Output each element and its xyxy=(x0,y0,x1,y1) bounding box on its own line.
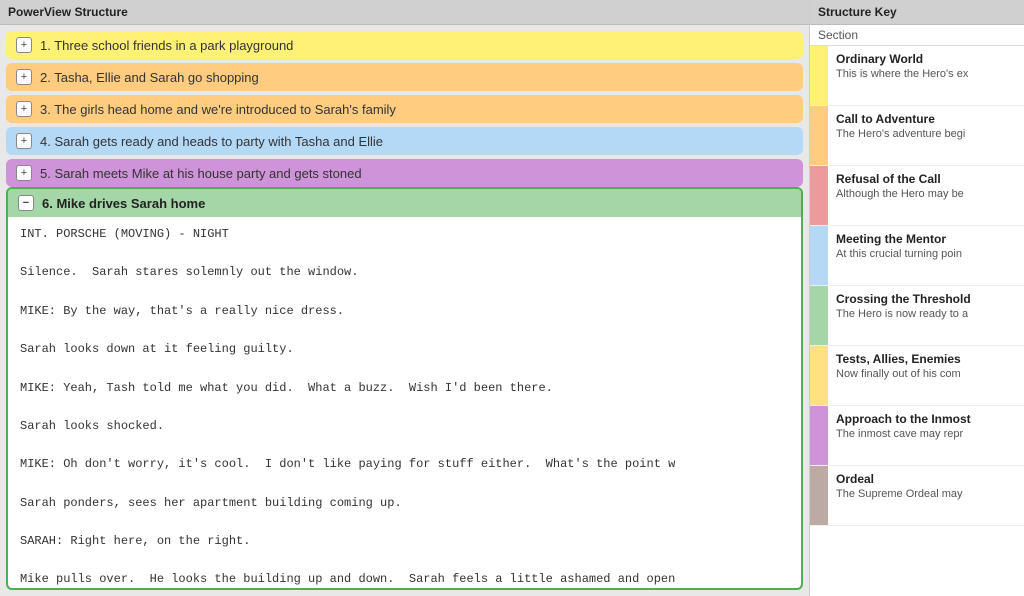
expanded-scene-6: − 6. Mike drives Sarah home INT. PORSCHE… xyxy=(6,187,803,590)
key-item-7: Ordeal The Supreme Ordeal may xyxy=(810,466,1024,526)
key-item-0: Ordinary World This is where the Hero's e… xyxy=(810,46,1024,106)
key-color-bar-0 xyxy=(810,46,828,105)
key-desc-6: The inmost cave may repr xyxy=(836,428,1016,440)
key-color-bar-2 xyxy=(810,166,828,225)
key-item-6: Approach to the Inmost The inmost cave ma… xyxy=(810,406,1024,466)
key-color-bar-1 xyxy=(810,106,828,165)
script-content[interactable]: INT. PORSCHE (MOVING) - NIGHT Silence. S… xyxy=(8,217,801,590)
scene-item-4[interactable]: + 4. Sarah gets ready and heads to party… xyxy=(6,127,803,155)
key-item-1: Call to Adventure The Hero's adventure be… xyxy=(810,106,1024,166)
scene-item-1[interactable]: + 1. Three school friends in a park play… xyxy=(6,31,803,59)
key-item-3: Meeting the Mentor At this crucial turnin… xyxy=(810,226,1024,286)
key-color-bar-6 xyxy=(810,406,828,465)
key-title-5: Tests, Allies, Enemies xyxy=(836,352,1016,366)
key-desc-5: Now finally out of his com xyxy=(836,368,1016,380)
key-title-3: Meeting the Mentor xyxy=(836,232,1016,246)
key-desc-7: The Supreme Ordeal may xyxy=(836,488,1016,500)
key-desc-0: This is where the Hero's ex xyxy=(836,68,1016,80)
key-desc-2: Although the Hero may be xyxy=(836,188,1016,200)
scene-item-5[interactable]: + 5. Sarah meets Mike at his house party… xyxy=(6,159,803,187)
scene-label-4: 4. Sarah gets ready and heads to party w… xyxy=(40,134,383,149)
key-desc-4: The Hero is now ready to a xyxy=(836,308,1016,320)
key-color-bar-3 xyxy=(810,226,828,285)
scene-item-2[interactable]: + 2. Tasha, Ellie and Sarah go shopping xyxy=(6,63,803,91)
key-title-1: Call to Adventure xyxy=(836,112,1016,126)
expand-btn-2[interactable]: + xyxy=(16,69,32,85)
key-title-6: Approach to the Inmost xyxy=(836,412,1016,426)
left-panel: PowerView Structure + 1. Three school fr… xyxy=(0,0,810,596)
key-color-bar-4 xyxy=(810,286,828,345)
key-title-7: Ordeal xyxy=(836,472,1016,486)
key-color-bar-7 xyxy=(810,466,828,525)
key-color-bar-5 xyxy=(810,346,828,405)
key-item-5: Tests, Allies, Enemies Now finally out of… xyxy=(810,346,1024,406)
key-title-4: Crossing the Threshold xyxy=(836,292,1016,306)
expand-btn-3[interactable]: + xyxy=(16,101,32,117)
key-desc-3: At this crucial turning poin xyxy=(836,248,1016,260)
key-title-2: Refusal of the Call xyxy=(836,172,1016,186)
scenes-list: + 1. Three school friends in a park play… xyxy=(0,25,809,187)
key-items: Ordinary World This is where the Hero's e… xyxy=(810,46,1024,596)
scene-label-2: 2. Tasha, Ellie and Sarah go shopping xyxy=(40,70,259,85)
expand-btn-4[interactable]: + xyxy=(16,133,32,149)
key-title-0: Ordinary World xyxy=(836,52,1016,66)
key-desc-1: The Hero's adventure begi xyxy=(836,128,1016,140)
expand-btn-5[interactable]: + xyxy=(16,165,32,181)
scene-label-3: 3. The girls head home and we're introdu… xyxy=(40,102,396,117)
structure-key-col-header: Section xyxy=(810,25,1024,46)
expanded-scene-label: 6. Mike drives Sarah home xyxy=(42,196,205,211)
expand-btn-1[interactable]: + xyxy=(16,37,32,53)
scene-label-5: 5. Sarah meets Mike at his house party a… xyxy=(40,166,362,181)
key-item-2: Refusal of the Call Although the Hero may… xyxy=(810,166,1024,226)
right-panel-header: Structure Key xyxy=(810,0,1024,25)
expanded-scene-header: − 6. Mike drives Sarah home xyxy=(8,189,801,217)
key-item-4: Crossing the Threshold The Hero is now re… xyxy=(810,286,1024,346)
scene-item-3[interactable]: + 3. The girls head home and we're intro… xyxy=(6,95,803,123)
expand-btn-6[interactable]: − xyxy=(18,195,34,211)
right-panel: Structure Key Section Ordinary World This… xyxy=(810,0,1024,596)
scene-label-1: 1. Three school friends in a park playgr… xyxy=(40,38,293,53)
left-panel-header: PowerView Structure xyxy=(0,0,809,25)
